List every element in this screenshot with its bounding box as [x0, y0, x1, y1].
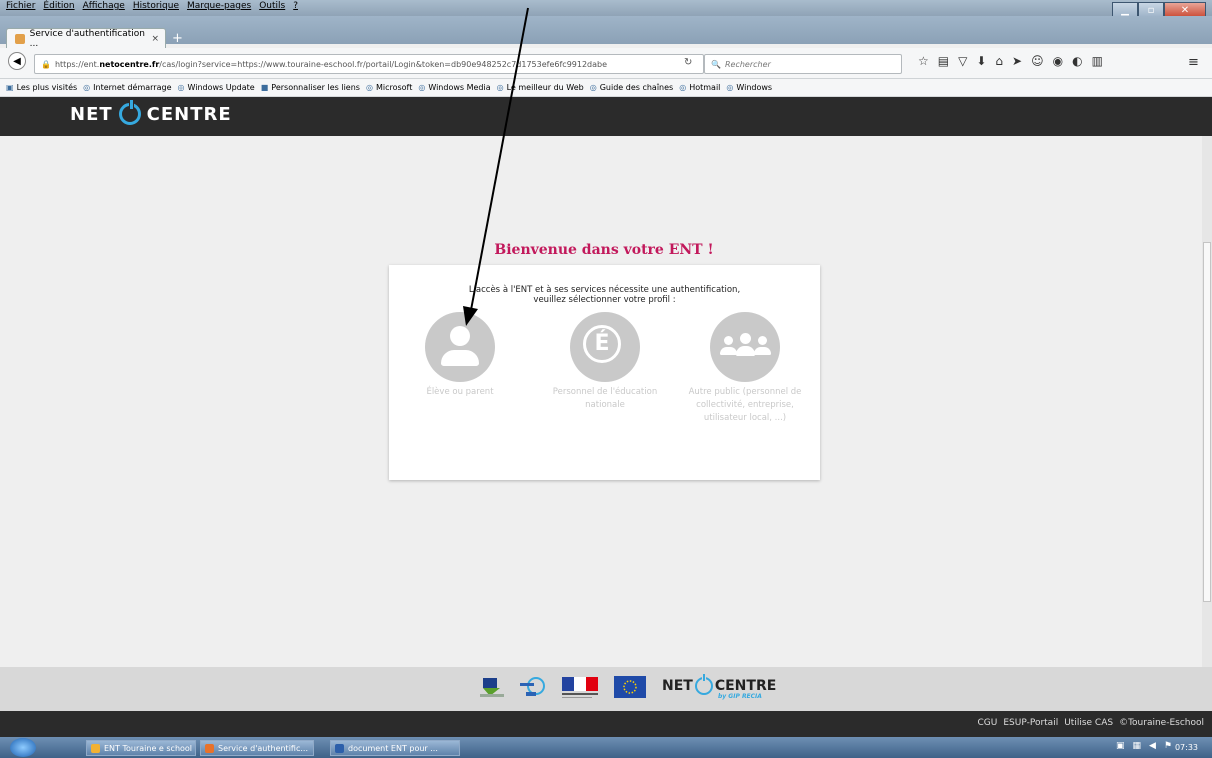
word-document-icon: [335, 743, 344, 753]
bookmark-item[interactable]: ◎ Windows: [726, 83, 772, 92]
footer-netocentre-logo[interactable]: NET CENTRE by GIP RECIA: [662, 674, 776, 700]
bookmark-item[interactable]: ◎ Windows Update: [178, 83, 255, 92]
profile-student-parent[interactable]: Élève ou parent: [400, 312, 520, 399]
search-placeholder: Rechercher: [724, 59, 771, 69]
globe-icon: ◎: [418, 83, 426, 92]
menu-bookmarks[interactable]: Marque-pages: [187, 1, 251, 11]
home-icon[interactable]: ⌂: [995, 54, 1003, 68]
bookmark-item[interactable]: ■ Personnaliser les liens: [261, 83, 360, 92]
welcome-title: Bienvenue dans votre ENT !: [494, 242, 714, 258]
profile-education-staff[interactable]: É Personnel de l'éducation nationale: [545, 312, 665, 412]
tab-close-icon[interactable]: ×: [151, 34, 159, 44]
globe-icon: ◎: [589, 83, 597, 92]
globe-icon: ◎: [726, 83, 734, 92]
group-icon: [710, 312, 780, 382]
chat-icon[interactable]: ◉: [1053, 54, 1063, 68]
taskbar-item[interactable]: ENT Touraine e school: [86, 740, 196, 756]
system-tray: ▣ ▦ ◀ ⚑: [1116, 741, 1172, 751]
menu-view[interactable]: Affichage: [83, 1, 125, 11]
start-button[interactable]: [10, 738, 36, 757]
bookmarks-bar: ▣ Les plus visités ◎ Internet démarrage ◎ W…: [0, 79, 1212, 97]
intro-text: L'accès à l'ENT et à ses services nécess…: [468, 285, 741, 305]
region-logo-icon[interactable]: [480, 676, 504, 698]
globe-icon: ◎: [365, 83, 373, 92]
footer-links: CGU ESUP-Portail Utilise CAS ©Touraine-E…: [978, 718, 1204, 728]
profile-label: Autre public (personnel de collectivité,…: [688, 387, 802, 423]
footer-link-cgu[interactable]: CGU: [978, 718, 998, 728]
globe-icon: ◎: [496, 83, 504, 92]
network-icon[interactable]: ▦: [1132, 741, 1141, 751]
footer-link-touraine[interactable]: ©Touraine-Eschool: [1119, 718, 1204, 728]
eu-flag-icon[interactable]: [614, 676, 646, 698]
education-e-icon: É: [570, 312, 640, 382]
download-icon[interactable]: ⬇: [976, 54, 986, 68]
netocentre-logo[interactable]: NET CENTRE: [70, 100, 232, 125]
bookmark-icon: ▣: [6, 83, 14, 92]
globe-icon: ◎: [177, 83, 185, 92]
toolbar-icons: ☆ ▤ ▽ ⬇ ⌂ ➤ ☺ ◉ ◐ ▥: [918, 54, 1103, 68]
bookmark-item[interactable]: ◎ Guide des chaînes: [590, 83, 673, 92]
arrow-left-icon: ◀: [13, 55, 21, 67]
tab-title: Service d'authentification ...: [29, 29, 146, 49]
bookmark-item[interactable]: ◎ Internet démarrage: [83, 83, 171, 92]
new-tab-button[interactable]: +: [172, 31, 183, 46]
power-ring-icon: [118, 100, 141, 125]
hamburger-menu-icon[interactable]: ≡: [1188, 55, 1199, 70]
profile-label: Personnel de l'éducation nationale: [552, 387, 658, 410]
menu-file[interactable]: Fichier: [6, 1, 35, 11]
star-icon[interactable]: ☆: [918, 54, 929, 68]
menu-bar: Fichier Édition Affichage Historique Mar…: [0, 0, 1212, 16]
search-input[interactable]: 🔍 Rechercher: [704, 54, 902, 74]
power-ring-icon: [694, 674, 713, 695]
bookmark-item[interactable]: ◎ Windows Media: [418, 83, 490, 92]
search-icon: 🔍: [711, 59, 721, 69]
menu-tools[interactable]: Outils: [259, 1, 285, 11]
taskbar-item[interactable]: document ENT pour ...: [330, 740, 460, 756]
favicon-icon: [15, 34, 25, 44]
menu-history[interactable]: Historique: [133, 1, 179, 11]
flag-icon[interactable]: ⚑: [1164, 741, 1172, 751]
profile-label: Élève ou parent: [426, 387, 494, 397]
bookmark-item[interactable]: ▣ Les plus visités: [6, 83, 77, 92]
touraine-logo-icon[interactable]: [518, 676, 546, 698]
globe-icon: ◎: [83, 83, 91, 92]
bookmark-item[interactable]: ◎ Microsoft: [366, 83, 412, 92]
back-button[interactable]: ◀: [8, 52, 26, 70]
taskbar-item[interactable]: Service d'authentific...: [200, 740, 314, 756]
globe-icon: ◎: [679, 83, 687, 92]
scrollbar-thumb[interactable]: [1203, 242, 1211, 602]
menu-edit[interactable]: Édition: [43, 1, 74, 11]
smile-icon[interactable]: ☺: [1031, 54, 1044, 68]
bookmark-item[interactable]: ◎ Hotmail: [679, 83, 720, 92]
reader-icon[interactable]: ▤: [938, 54, 949, 68]
profile-other-public[interactable]: Autre public (personnel de collectivité,…: [685, 312, 805, 425]
menu-help[interactable]: ?: [293, 1, 298, 11]
taskbar-clock[interactable]: 07:33: [1175, 743, 1198, 752]
volume-icon[interactable]: ◀: [1149, 741, 1156, 751]
lock-icon: 🔒: [41, 59, 51, 69]
reload-icon[interactable]: ↻: [684, 57, 692, 68]
extension-icon[interactable]: ◐: [1072, 54, 1082, 68]
tray-app-icon[interactable]: ▣: [1116, 741, 1125, 751]
footer-link-esup[interactable]: ESUP-Portail: [1003, 718, 1058, 728]
folder-icon: [91, 743, 100, 753]
url-bar[interactable]: 🔒 https://ent.netocentre.fr/cas/login?se…: [34, 54, 704, 74]
customize-icon: ■: [260, 83, 269, 92]
clipboard-icon[interactable]: ▥: [1092, 54, 1103, 68]
french-republic-logo-icon[interactable]: [560, 676, 600, 698]
pocket-icon[interactable]: ▽: [958, 54, 967, 68]
footer-link-cas[interactable]: Utilise CAS: [1064, 718, 1113, 728]
bookmark-item[interactable]: ◎ Le meilleur du Web: [497, 83, 584, 92]
url-text: https://ent.netocentre.fr/cas/login?serv…: [54, 59, 608, 69]
person-icon: [425, 312, 495, 382]
browser-tab-active[interactable]: Service d'authentification ... ×: [6, 28, 166, 49]
firefox-icon: [205, 743, 214, 753]
partner-logos: [480, 676, 646, 698]
send-icon[interactable]: ➤: [1012, 54, 1022, 68]
